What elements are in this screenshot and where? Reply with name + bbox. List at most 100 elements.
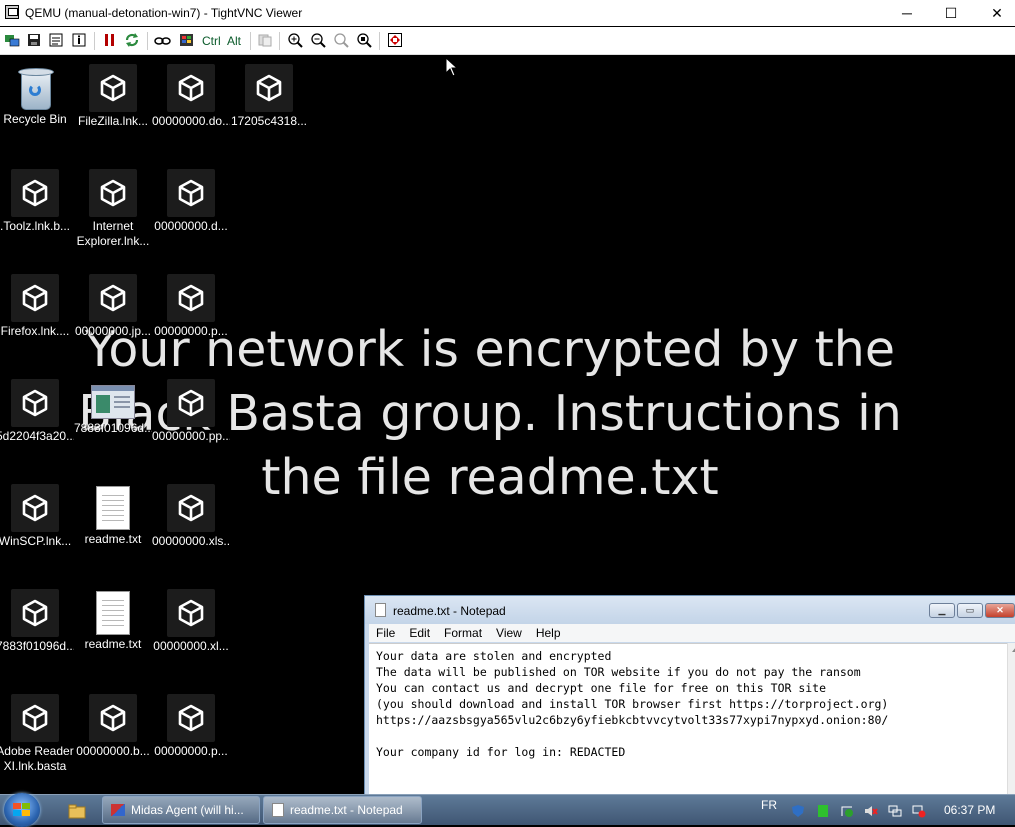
desktop-icon[interactable]: 5d2204f3a20...	[0, 379, 74, 444]
basta-file-icon	[167, 694, 215, 742]
transfer-files-icon[interactable]	[256, 32, 274, 50]
desktop-icon[interactable]: 00000000.xls...	[152, 484, 230, 549]
clock[interactable]: 06:37 PM	[944, 795, 995, 826]
volume-muted-icon[interactable]	[864, 804, 878, 818]
basta-file-icon	[89, 169, 137, 217]
action-center-icon[interactable]	[840, 804, 854, 818]
ctrl-esc-icon[interactable]	[178, 32, 196, 50]
desktop-icon[interactable]: 00000000.p...	[152, 274, 230, 339]
start-button[interactable]	[4, 793, 40, 827]
notepad-minimize-button[interactable]: ▁	[929, 603, 955, 618]
notepad-text-area[interactable]: Your data are stolen and encrypted The d…	[369, 643, 1015, 804]
menu-edit[interactable]: Edit	[402, 624, 437, 640]
basta-file-icon	[167, 169, 215, 217]
desktop-icon-label: Internet Explorer.lnk...	[76, 219, 150, 248]
desktop-icon-label: 00000000.b...	[76, 744, 150, 758]
desktop-icon-label: Recycle Bin	[3, 112, 67, 126]
desktop-icon[interactable]: Internet Explorer.lnk...	[74, 169, 152, 249]
desktop-icon-label: 00000000.p...	[154, 324, 228, 338]
desktop-icon-label: 00000000.p...	[154, 744, 228, 758]
explorer-pinned-button[interactable]	[54, 796, 98, 824]
network-icon[interactable]	[888, 804, 902, 818]
desktop-icon[interactable]: readme.txt	[74, 589, 152, 652]
desktop-icon[interactable]: FileZilla.lnk...	[74, 64, 152, 129]
desktop-icon[interactable]: 7883f01096d...	[74, 379, 152, 436]
pause-icon[interactable]	[101, 32, 119, 50]
basta-file-icon	[167, 274, 215, 322]
notepad-doc-icon	[375, 603, 386, 617]
minimize-button[interactable]: ─	[884, 0, 930, 26]
zoom-out-icon[interactable]	[309, 32, 327, 50]
ctrl-key-toggle[interactable]: Ctrl	[202, 32, 221, 50]
refresh-icon[interactable]	[123, 32, 141, 50]
menu-help[interactable]: Help	[529, 624, 568, 640]
basta-file-icon	[167, 484, 215, 532]
zoom-100-icon[interactable]	[332, 32, 350, 50]
green-status-icon[interactable]	[816, 804, 830, 818]
desktop-icon-label: 00000000.xls...	[152, 534, 230, 548]
notepad-maximize-button[interactable]: ▭	[957, 603, 983, 618]
notepad-window[interactable]: readme.txt - Notepad ▁ ▭ ✕ File Edit Forma…	[364, 595, 1015, 805]
taskbar-item-midas-agent[interactable]: Midas Agent (will hi...	[102, 796, 260, 824]
desktop-icon-label: 17205c4318...	[230, 114, 308, 128]
desktop-icon[interactable]: 00000000.b...	[74, 694, 152, 759]
basta-file-icon	[245, 64, 293, 112]
desktop-icon[interactable]: .Toolz.lnk.b...	[0, 169, 74, 234]
save-icon[interactable]	[25, 32, 43, 50]
desktop-icon-label: 5d2204f3a20...	[0, 429, 74, 443]
desktop-icon-label: FileZilla.lnk...	[77, 114, 148, 128]
desktop-icon[interactable]: 00000000.do...	[152, 64, 230, 129]
notepad-icon	[272, 802, 284, 817]
basta-file-icon	[11, 379, 59, 427]
desktop-icon[interactable]: 7883f01096d...	[0, 589, 74, 654]
desktop-icon[interactable]: 00000000.xl...	[152, 589, 230, 654]
menu-format[interactable]: Format	[437, 624, 489, 640]
close-button[interactable]: ✕	[974, 0, 1015, 26]
desktop-icon-label: 00000000.do...	[152, 114, 230, 128]
zoom-auto-icon[interactable]	[355, 32, 373, 50]
notepad-menu-bar: File Edit Format View Help	[369, 624, 1015, 642]
midas-agent-icon	[111, 803, 125, 816]
desktop-icon[interactable]: Recycle Bin	[0, 64, 74, 127]
basta-file-icon	[11, 484, 59, 532]
network-disconnected-icon[interactable]	[912, 804, 926, 818]
new-connection-icon[interactable]	[3, 32, 21, 50]
desktop-icon-label: WinSCP.lnk...	[0, 534, 72, 548]
taskbar-item-label: readme.txt - Notepad	[290, 803, 403, 817]
desktop-icon[interactable]: 00000000.pp...	[152, 379, 230, 444]
windows-logo-icon	[13, 803, 31, 817]
fullscreen-icon[interactable]	[386, 32, 404, 50]
taskbar-item-notepad[interactable]: readme.txt - Notepad	[263, 796, 422, 824]
desktop-icon-label: Firefox.lnk....	[0, 324, 70, 338]
desktop-icon[interactable]: 17205c4318...	[230, 64, 308, 129]
basta-file-icon	[89, 274, 137, 322]
notepad-close-button[interactable]: ✕	[985, 603, 1015, 618]
options-icon[interactable]	[47, 32, 65, 50]
alt-key-toggle[interactable]: Alt	[227, 32, 241, 50]
desktop-icon-label: 7883f01096d...	[0, 639, 74, 653]
notepad-vertical-scrollbar[interactable]	[1007, 643, 1015, 804]
security-shield-icon[interactable]	[791, 804, 805, 818]
desktop-icon[interactable]: 00000000.p...	[152, 694, 230, 759]
mouse-cursor-icon	[445, 57, 459, 77]
maximize-button[interactable]: ☐	[928, 0, 974, 26]
desktop-icon[interactable]: 00000000.d...	[152, 169, 230, 234]
connection-info-icon[interactable]	[70, 32, 88, 50]
basta-file-icon	[89, 64, 137, 112]
desktop-icon[interactable]: Adobe Reader XI.lnk.basta	[0, 694, 74, 774]
menu-view[interactable]: View	[489, 624, 529, 640]
desktop-icon[interactable]: WinSCP.lnk...	[0, 484, 74, 549]
desktop-icon[interactable]: Firefox.lnk....	[0, 274, 74, 339]
desktop-icon[interactable]: readme.txt	[74, 484, 152, 547]
menu-file[interactable]: File	[369, 624, 402, 640]
window-title: QEMU (manual-detonation-win7) - TightVNC…	[25, 6, 303, 20]
desktop-icon-label: readme.txt	[84, 637, 142, 651]
notepad-title-bar[interactable]: readme.txt - Notepad ▁ ▭ ✕	[365, 596, 1015, 624]
desktop-icon[interactable]: 00000000.jp...	[74, 274, 152, 339]
basta-file-icon	[167, 589, 215, 637]
language-indicator[interactable]: FR	[761, 790, 777, 821]
desktop-icon-label: readme.txt	[84, 532, 142, 546]
zoom-in-icon[interactable]	[286, 32, 304, 50]
image-thumbnail-icon	[91, 385, 135, 419]
ctrl-alt-del-icon[interactable]	[154, 32, 172, 50]
